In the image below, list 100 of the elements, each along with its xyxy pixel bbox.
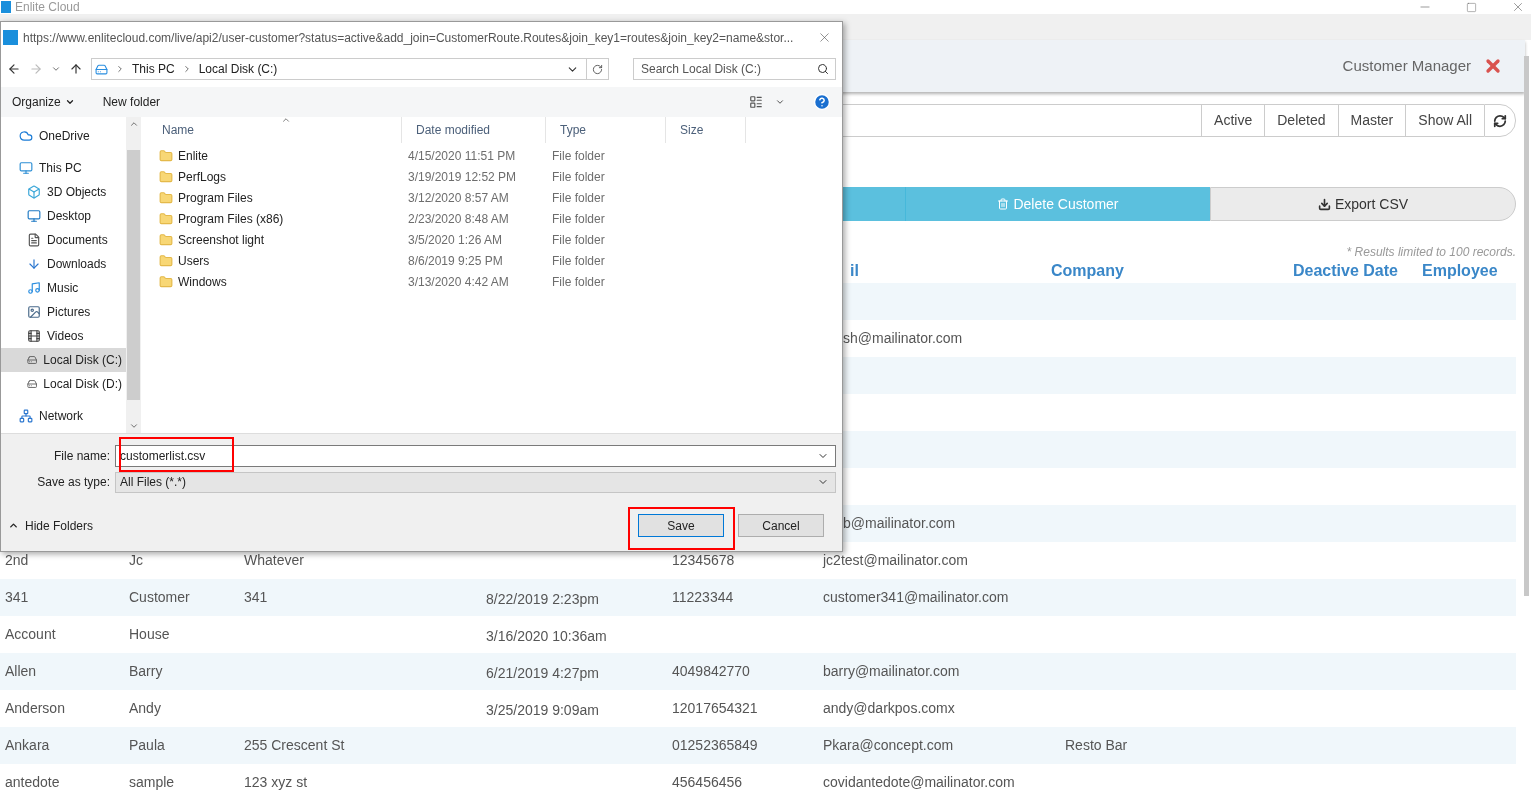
column-header[interactable]: Company bbox=[1051, 262, 1124, 279]
search-icon[interactable] bbox=[817, 63, 829, 75]
folder-icon bbox=[159, 253, 173, 268]
dialog-title: https://www.enlitecloud.com/live/api2/user-customer?status=active&add_join=CustomerRoute.Routes&join_key1=routes&join_key2=name&stor... bbox=[23, 29, 794, 47]
table-cell-text: Paula bbox=[129, 736, 165, 755]
table-cell-text: House bbox=[129, 625, 170, 644]
table-row[interactable]: Ankara Paula 255 Crescent St 01252365849 Pkara@concept.com Resto Bar bbox=[0, 727, 1516, 764]
scroll-down-icon[interactable] bbox=[128, 421, 139, 431]
up-icon[interactable] bbox=[69, 62, 83, 76]
folder-icon bbox=[159, 190, 173, 205]
folder-icon bbox=[159, 232, 173, 247]
nav-item[interactable]: Pictures bbox=[1, 300, 126, 324]
table-cell-text: Anderson bbox=[5, 699, 65, 718]
nav-item[interactable]: Local Disk (D:) bbox=[1, 372, 126, 396]
download-icon bbox=[1317, 197, 1331, 211]
file-row[interactable]: PerfLogs 3/19/2019 12:52 PM File folder bbox=[148, 166, 842, 187]
address-bar[interactable]: This PC Local Disk (C:) bbox=[91, 58, 609, 80]
field-label: File name: bbox=[52, 448, 111, 465]
back-icon[interactable] bbox=[7, 62, 21, 76]
table-cell-text: Jc bbox=[129, 551, 143, 570]
trash-icon bbox=[997, 198, 1010, 210]
table-cell-text: barry@mailinator.com bbox=[823, 662, 960, 681]
table-cell-text: Allen bbox=[5, 662, 37, 681]
search-field[interactable]: Search Local Disk (C:) bbox=[633, 58, 836, 80]
scrollbar[interactable] bbox=[1524, 56, 1529, 596]
app-logo-icon bbox=[3, 30, 18, 45]
new-folder-button[interactable]: New folder bbox=[102, 93, 161, 111]
column-header[interactable]: Name bbox=[162, 121, 194, 139]
cancel-button[interactable]: Cancel bbox=[738, 514, 824, 537]
file-row[interactable]: Windows 3/13/2020 4:42 AM File folder bbox=[148, 271, 842, 292]
filter-button[interactable]: Deleted bbox=[1264, 104, 1338, 137]
cube-icon bbox=[27, 185, 41, 199]
hide-folders-button[interactable]: Hide Folders bbox=[7, 516, 94, 535]
view-icon[interactable] bbox=[749, 95, 763, 109]
table-cell-text: covidantedote@mailinator.com bbox=[823, 773, 1015, 792]
monitor-icon bbox=[27, 209, 41, 223]
monitor-icon bbox=[19, 161, 33, 175]
file-row[interactable]: Enlite 4/15/2020 11:51 PM File folder bbox=[148, 145, 842, 166]
nav-item[interactable]: Downloads bbox=[1, 252, 126, 276]
table-cell-text: 11223344 bbox=[672, 588, 734, 607]
table-row[interactable]: Allen Barry 6/21/2019 4:27pm 4049842770 barry@mailinator.com bbox=[0, 653, 1516, 690]
nav-item[interactable]: Music bbox=[1, 276, 126, 300]
close-icon[interactable] bbox=[817, 30, 832, 45]
scrollbar[interactable] bbox=[126, 117, 141, 433]
export-button[interactable]: Export CSV bbox=[1210, 187, 1516, 221]
nav-item[interactable]: Network bbox=[1, 404, 126, 428]
results-note: * Results limited to 100 records. bbox=[1346, 244, 1516, 259]
maximize-icon[interactable] bbox=[1466, 1, 1477, 13]
refresh-icon bbox=[1493, 113, 1507, 128]
network-icon bbox=[19, 409, 33, 423]
field-label: Save as type: bbox=[36, 474, 111, 491]
filter-button[interactable]: Active bbox=[1201, 104, 1265, 137]
table-cell-text: sample bbox=[129, 773, 175, 792]
sort-icon bbox=[281, 115, 291, 125]
filter-button[interactable]: Show All bbox=[1405, 104, 1484, 137]
search-input[interactable]: Search Local Disk (C:) bbox=[641, 60, 817, 78]
caret-icon[interactable] bbox=[775, 97, 785, 107]
close-icon[interactable] bbox=[1511, 0, 1525, 14]
app-logo-icon bbox=[1, 1, 11, 13]
caret-icon[interactable] bbox=[51, 64, 61, 74]
column-header[interactable]: Deactive Date bbox=[1293, 262, 1398, 279]
picture-icon bbox=[27, 305, 41, 319]
folder-icon bbox=[159, 148, 173, 163]
folder-icon bbox=[159, 169, 173, 184]
file-type-dropdown[interactable]: All Files (*.*) bbox=[115, 471, 836, 493]
table-cell-text: 341 bbox=[5, 588, 29, 607]
column-header[interactable]: il bbox=[850, 262, 859, 279]
refresh-icon[interactable] bbox=[592, 63, 603, 75]
nav-item[interactable]: OneDrive bbox=[1, 124, 126, 148]
forward-icon[interactable] bbox=[29, 62, 43, 76]
nav-item[interactable]: Documents bbox=[1, 228, 126, 252]
table-cell-text: 255 Crescent St bbox=[244, 736, 345, 755]
table-row[interactable]: 341 Customer 341 8/22/2019 2:23pm 11223344 customer341@mailinator.com bbox=[0, 579, 1516, 616]
drive-icon bbox=[27, 353, 38, 367]
close-icon[interactable] bbox=[1483, 56, 1503, 76]
column-header[interactable]: Size bbox=[680, 121, 704, 139]
window-title: Enlite Cloud bbox=[15, 0, 80, 16]
folder-icon bbox=[159, 274, 173, 289]
scroll-up-icon[interactable] bbox=[128, 119, 139, 129]
table-cell-text: Resto Bar bbox=[1065, 736, 1128, 755]
column-header[interactable]: Type bbox=[560, 121, 586, 139]
file-row[interactable]: Program Files 3/12/2020 8:57 AM File folder bbox=[148, 187, 842, 208]
nav-item[interactable]: This PC bbox=[1, 156, 126, 180]
column-header[interactable]: Date modified bbox=[416, 121, 491, 139]
save-button[interactable]: Save bbox=[638, 514, 724, 537]
refresh-button[interactable] bbox=[1484, 104, 1516, 137]
organize-button[interactable]: Organize bbox=[12, 93, 75, 111]
nav-item[interactable]: Videos bbox=[1, 324, 126, 348]
nav-item[interactable]: Desktop bbox=[1, 204, 126, 228]
column-header[interactable]: Employee bbox=[1422, 262, 1498, 279]
file-row[interactable]: Users 8/6/2019 9:25 PM File folder bbox=[148, 250, 842, 271]
table-cell-text: 8/22/2019 2:23pm bbox=[486, 590, 599, 609]
file-row[interactable]: Screenshot light 3/5/2020 1:26 AM File folder bbox=[148, 229, 842, 250]
nav-item[interactable]: Local Disk (C:) bbox=[1, 348, 126, 372]
file-row[interactable]: Program Files (x86) 2/23/2020 8:48 AM File folder bbox=[148, 208, 842, 229]
help-icon[interactable] bbox=[813, 93, 831, 111]
nav-item[interactable]: 3D Objects bbox=[1, 180, 126, 204]
file-name-field[interactable]: customerlist.csv bbox=[115, 445, 836, 467]
filter-button[interactable]: Master bbox=[1337, 104, 1406, 137]
drive-icon bbox=[27, 377, 38, 391]
